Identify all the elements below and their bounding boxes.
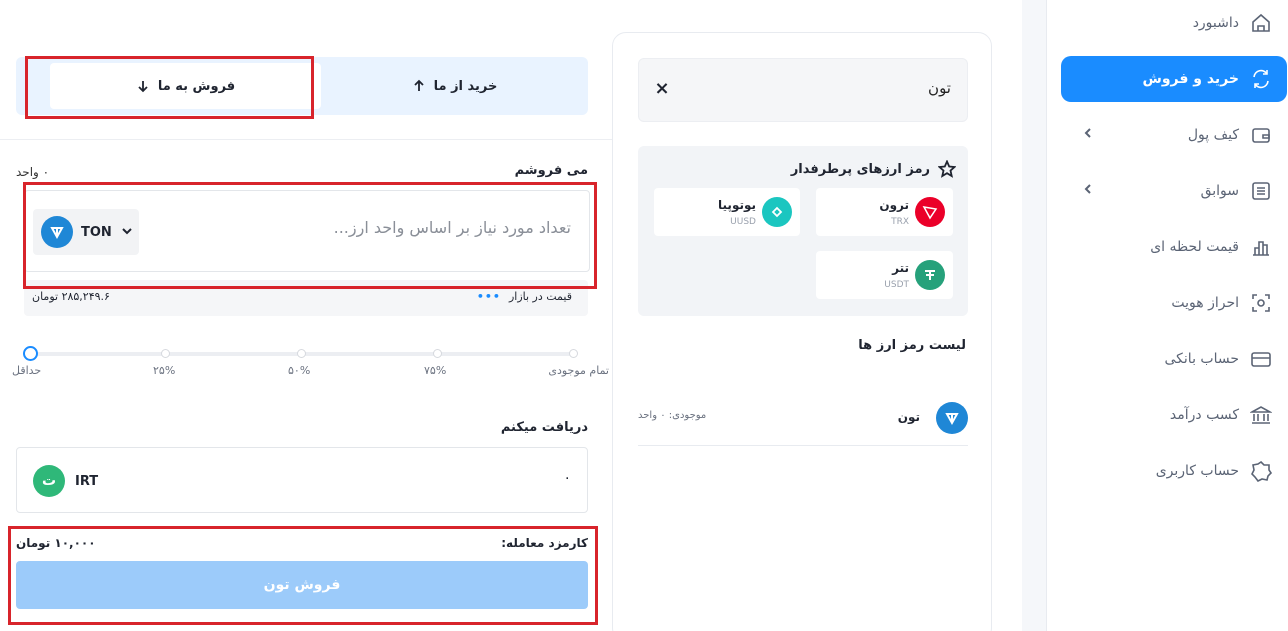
utopia-icon [762,197,792,227]
slider-label-max[interactable]: تمام موجودی [548,364,609,377]
sidebar-item-label: سوابق [1200,183,1239,199]
sidebar-item-label: داشبورد [1192,15,1239,31]
receive-box: ۰ ت IRT [16,447,588,513]
amount-input[interactable]: تعداد مورد نیاز بر اساس واحد ارز... [334,218,571,237]
popular-coins: رمز ارزهای پرطرفدار ترون TRX یوتوپیا UUS… [638,146,968,316]
slider-thumb[interactable] [23,346,38,361]
sell-amount-label: می فروشم [514,163,588,178]
coin-name: یوتوپیا [718,198,756,212]
search-value[interactable]: تون [928,79,951,97]
slider-step[interactable] [569,349,578,358]
history-icon [1249,179,1273,203]
popular-title: رمز ارزهای پرطرفدار [790,161,930,177]
coin-name: تتر [892,261,909,275]
market-price-label: قیمت در بازار [508,290,572,303]
tron-icon [915,197,945,227]
fee-label: کارمزد معامله: [501,536,588,550]
crypto-balance: موجودی: ۰ واحد [638,410,707,421]
user-icon [1249,459,1273,483]
arrow-down-icon [138,81,148,93]
receive-label: دریافت میکنم [500,420,588,435]
sidebar-item-earn[interactable]: کسب درآمد [1061,392,1287,438]
sidebar-item-label: حساب بانکی [1164,351,1240,367]
sidebar-item-profile[interactable]: حساب کاربری [1061,448,1287,494]
sidebar-item-bank-account[interactable]: حساب بانکی [1061,336,1287,382]
ton-icon [936,402,968,434]
slider-step[interactable] [161,349,170,358]
available-units: ۰ واحد [16,165,50,179]
star-icon [938,160,956,178]
identity-icon [1249,291,1273,315]
irt-icon: ت [33,465,65,497]
slider-label-75[interactable]: ۷۵% [424,364,446,377]
coin-symbol: TRX [891,217,909,227]
slider-step[interactable] [297,349,306,358]
slider-label-25[interactable]: ۲۵% [153,364,175,377]
sidebar-item-history[interactable]: سوابق [1061,168,1287,214]
sidebar-item-label: کیف پول [1187,127,1239,143]
receive-currency: ت IRT [33,465,98,497]
home-icon [1249,11,1273,35]
crypto-name: تون [897,410,920,424]
coin-card-usdt[interactable]: تتر USDT [816,251,953,299]
crypto-list-row[interactable]: تون موجودی: ۰ واحد [638,388,968,446]
coin-card-trx[interactable]: ترون TRX [816,188,953,236]
page: فروش به ما خرید از ما می فروشم ۰ واحد تع… [0,0,1288,631]
sidebar: داشبورد خرید و فروش کیف پول سوابق قیمت ل… [1046,0,1288,631]
sidebar-item-label: کسب درآمد [1169,407,1239,423]
sidebar-item-label: حساب کاربری [1155,463,1239,479]
sell-submit-button[interactable]: فروش تون [16,561,588,609]
sidebar-item-prices[interactable]: قیمت لحظه ای [1061,224,1287,270]
amount-input-box[interactable]: تعداد مورد نیاز بر اساس واحد ارز... TON [24,190,590,272]
wallet-icon [1249,123,1273,147]
trade-panel: فروش به ما خرید از ما می فروشم ۰ واحد تع… [0,32,612,631]
chevron-left-icon[interactable] [1079,126,1095,142]
fee-value: ۱۰,۰۰۰ تومان [16,536,96,550]
sell-tab-label: فروش به ما [157,78,236,94]
bank-icon [1249,403,1273,427]
chevron-left-icon[interactable] [1079,182,1095,198]
trade-tabs: فروش به ما خرید از ما [16,57,588,115]
market-price-label-wrap: قیمت در بازار ••• [477,290,572,303]
currency-select-value: TON [81,224,112,240]
arrow-up-icon [413,79,424,91]
tab-buy[interactable]: خرید از ما [321,57,588,115]
sidebar-item-wallet[interactable]: کیف پول [1061,112,1287,158]
divider [0,139,612,140]
sidebar-item-label: احراز هویت [1171,295,1239,311]
dots-icon: ••• [476,290,501,303]
tether-icon [915,260,945,290]
card-icon [1249,347,1273,371]
crypto-list-title: لیست رمز ارز ها [858,338,966,353]
receive-currency-code: IRT [75,473,99,489]
tab-sell[interactable]: فروش به ما [50,63,321,109]
currency-select[interactable]: TON [33,209,139,255]
crypto-panel: تون × رمز ارزهای پرطرفدار ترون TRX یوتوپ… [612,32,992,631]
coin-card-uusd[interactable]: یوتوپیا UUSD [654,188,800,236]
gutter [1022,0,1046,631]
chart-icon [1249,235,1273,259]
slider-label-50[interactable]: ۵۰% [288,364,310,377]
close-icon[interactable]: × [651,77,673,99]
exchange-icon [1249,67,1273,91]
slider-step[interactable] [433,349,442,358]
market-price-row: قیمت در بازار ••• ۲۸۵,۲۴۹.۶ تومان [24,280,588,316]
sidebar-item-kyc[interactable]: احراز هویت [1061,280,1287,326]
search-input[interactable]: تون × [638,58,968,122]
slider-label-min[interactable]: حداقل [12,364,41,377]
coin-symbol: UUSD [730,217,756,227]
sidebar-item-dashboard[interactable]: داشبورد [1061,0,1287,46]
amount-slider[interactable] [23,346,578,361]
chevron-down-icon [120,223,134,242]
sidebar-item-label: قیمت لحظه ای [1150,239,1239,255]
buy-tab-label: خرید از ما [433,78,498,94]
market-price-value: ۲۸۵,۲۴۹.۶ تومان [32,290,110,303]
coin-name: ترون [879,198,909,212]
receive-value: ۰ [563,470,571,486]
sidebar-item-trade[interactable]: خرید و فروش [1061,56,1287,102]
coin-symbol: USDT [884,280,909,290]
popular-title-wrap: رمز ارزهای پرطرفدار [791,160,956,178]
ton-icon [41,216,73,248]
sidebar-item-label: خرید و فروش [1142,71,1240,87]
